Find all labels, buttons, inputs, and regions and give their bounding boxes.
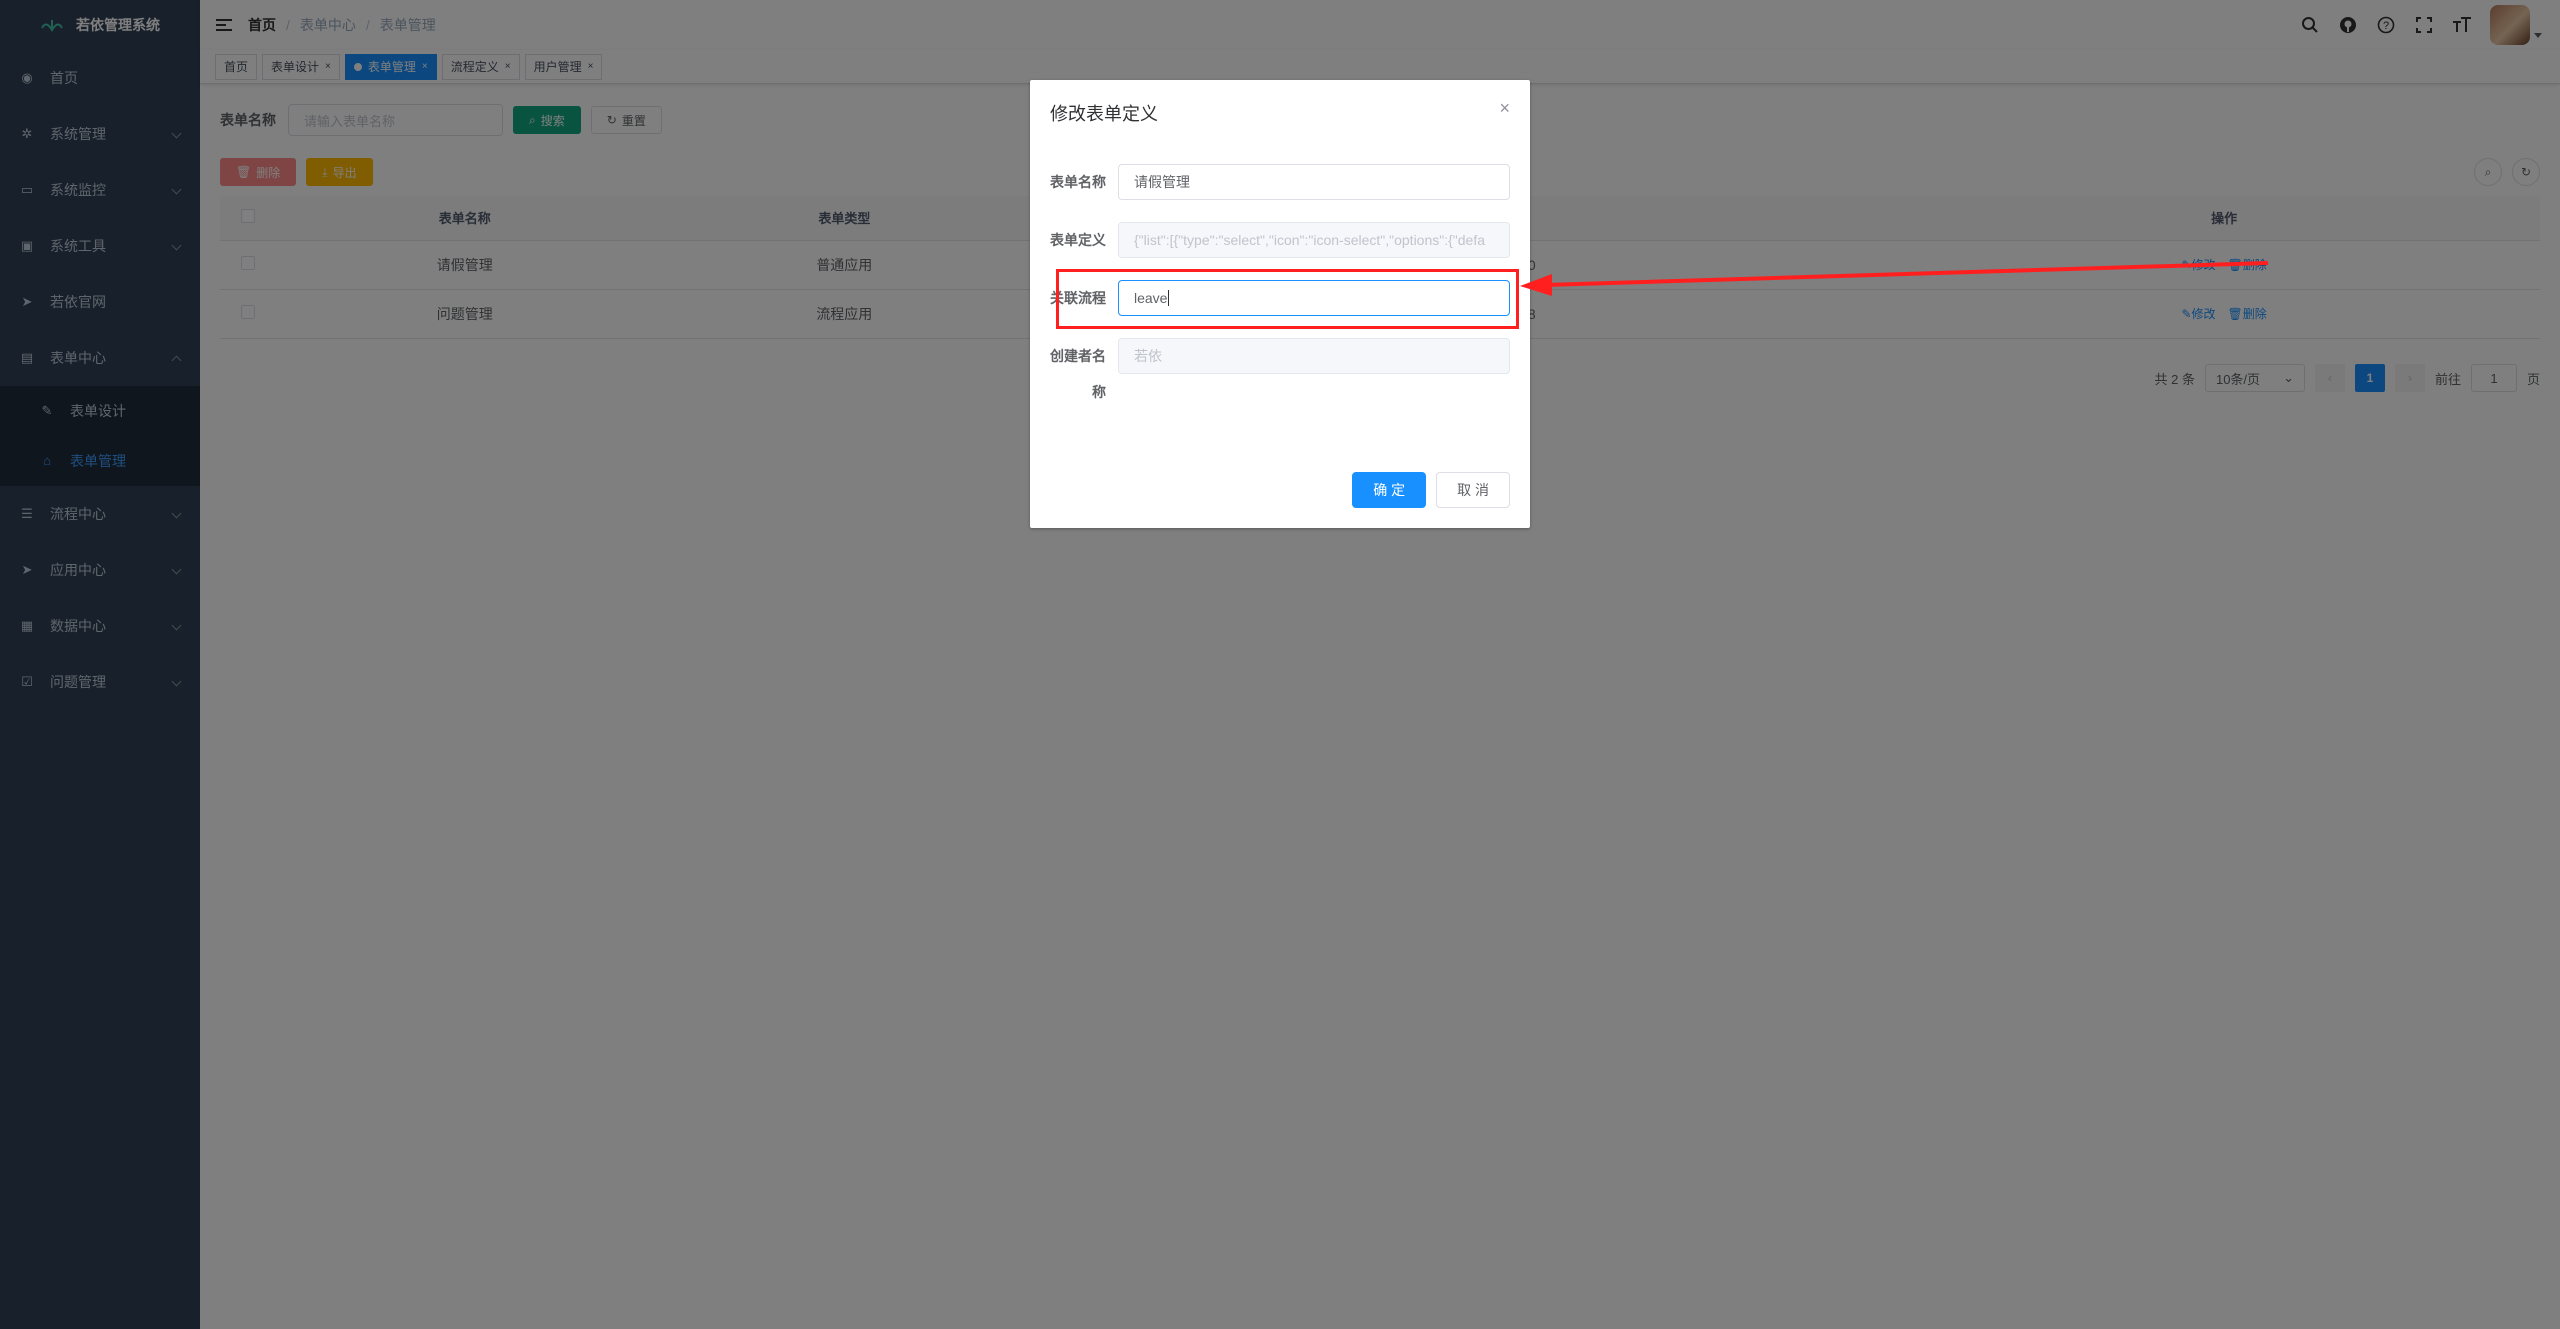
form-row-definition: 表单定义 {"list":[{"type":"select","icon":"i… [1050,222,1510,258]
form-row-name: 表单名称 请假管理 [1050,164,1510,200]
form-row-creator: 创建者名称 若依 [1050,338,1510,410]
form-definition-input: {"list":[{"type":"select","icon":"icon-s… [1118,222,1510,258]
label-form-name: 表单名称 [1050,174,1106,190]
label-creator-name: 创建者名称 [1050,348,1106,400]
close-icon[interactable]: × [1499,98,1510,119]
dialog-title: 修改表单定义 [1050,104,1158,124]
confirm-button[interactable]: 确 定 [1352,472,1427,508]
form-name-input[interactable]: 请假管理 [1118,164,1510,200]
label-form-definition: 表单定义 [1050,232,1106,248]
creator-name-input: 若依 [1118,338,1510,374]
dialog-footer: 确 定 取 消 [1352,472,1510,508]
annotation-highlight-box [1056,269,1519,329]
cancel-button[interactable]: 取 消 [1436,472,1510,508]
